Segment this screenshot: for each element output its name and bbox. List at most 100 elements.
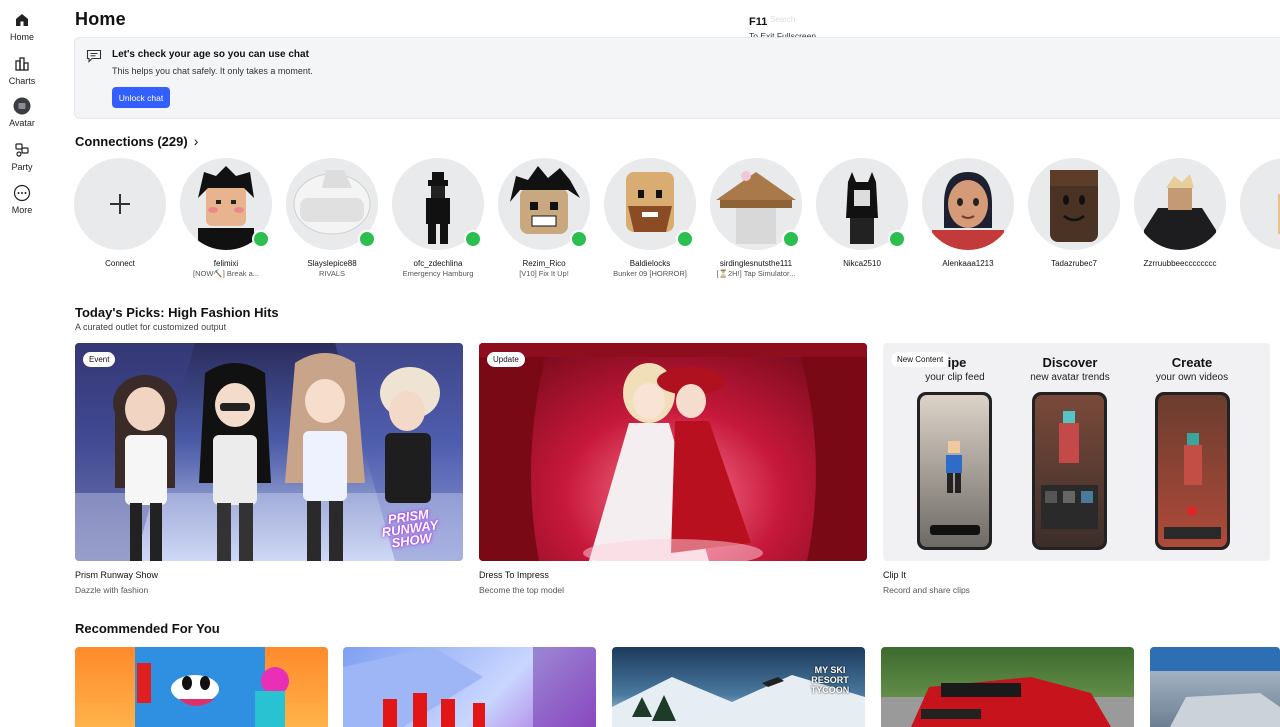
sidebar: Home Charts Avatar Party More [0, 0, 44, 720]
update-badge: Update [487, 352, 525, 367]
friend-tile[interactable]: sirdinglesnutsthe111 [⏳2H!] Tap Simulato… [703, 158, 809, 278]
more-icon [13, 184, 31, 202]
clip-panel-head: ipe [947, 355, 967, 370]
todays-picks-title: Today's Picks: High Fashion Hits [75, 305, 279, 320]
phone-screen-image [930, 441, 980, 535]
game-title[interactable]: Prism Runway Show [75, 570, 158, 580]
recommended-title: Recommended For You [75, 621, 220, 636]
connect-button[interactable]: Connect [67, 158, 173, 268]
friend-tile[interactable]: Tadazrubec7 [1021, 158, 1127, 268]
sidebar-item-label: Home [9, 32, 34, 42]
home-icon [16, 14, 28, 26]
sidebar-item-label: Party [11, 162, 33, 172]
sidebar-item-home[interactable]: Home [0, 11, 44, 42]
avatar [1028, 158, 1120, 250]
friend-name: Nikca2510 [843, 259, 881, 268]
friend-tile[interactable]: Zzrruubbeecccccccc [1127, 158, 1233, 268]
sidebar-item-avatar[interactable]: Avatar [0, 97, 44, 128]
connect-circle [74, 158, 166, 250]
game-card-dress-to-impress[interactable]: Update [479, 343, 867, 561]
friend-name: Rezim_Rico [522, 259, 566, 268]
sidebar-item-label: Charts [8, 76, 36, 86]
avatar [1240, 158, 1280, 250]
game-thumbnail [135, 647, 289, 727]
todays-picks-subtitle: A curated outlet for customized output [75, 322, 227, 332]
online-indicator [782, 230, 800, 248]
friend-tile[interactable]: ofc_zdechlina Emergency Hamburg [385, 158, 491, 278]
page-title: Home [75, 9, 126, 29]
charts-icon [15, 57, 29, 71]
recommended-game-card[interactable] [1150, 647, 1280, 727]
online-indicator [252, 230, 270, 248]
fullscreen-key: F11 [749, 16, 768, 28]
avatar [922, 158, 1014, 250]
friend-status: [V10] Fix It Up! [519, 269, 569, 278]
avatar-icon [13, 97, 31, 115]
recommended-game-card[interactable] [75, 647, 328, 727]
friend-tile[interactable]: Rezim_Rico [V10] Fix It Up! [491, 158, 597, 278]
friend-status: Emergency Hamburg [402, 269, 474, 278]
online-indicator [464, 230, 482, 248]
chevron-right-icon: › [193, 133, 199, 149]
friend-status: [⏳2H!] Tap Simulator... [716, 269, 796, 278]
connections-header[interactable]: Connections (229) › [75, 133, 198, 149]
friend-status: RIVALS [318, 269, 346, 278]
game-subtitle: Dazzle with fashion [75, 585, 149, 595]
recommended-game-card[interactable] [343, 647, 596, 727]
avatar-image [1144, 174, 1216, 250]
recommended-game-card[interactable] [881, 647, 1134, 727]
event-badge: Event [83, 352, 116, 367]
party-icon [15, 143, 29, 157]
friend-name: Slayslepice88 [307, 259, 357, 268]
friend-name: felimixi [213, 259, 239, 268]
phone-screen-image [1164, 433, 1221, 539]
clip-panel-sub: your clip feed [925, 372, 985, 383]
phone-mockup [917, 392, 992, 550]
banner-title: Let's check your age so you can use chat [112, 49, 309, 60]
phone-mockup [1155, 392, 1230, 550]
online-indicator [888, 230, 906, 248]
clip-panel-sub: new avatar trends [1030, 372, 1110, 383]
plus-icon [110, 194, 130, 214]
avatar-image [1050, 170, 1098, 242]
online-indicator [358, 230, 376, 248]
avatar-image [1278, 194, 1280, 234]
sidebar-item-more[interactable]: More [0, 184, 44, 215]
friend-tile[interactable]: felimixi [NOW⛏️] Break a... [173, 158, 279, 278]
friend-name: Baldielocks [629, 259, 671, 268]
unlock-chat-button[interactable]: Unlock chat [112, 87, 170, 108]
friend-name: Connect [105, 259, 135, 268]
clip-panel-head: Discover [1042, 355, 1098, 370]
avatar-image [932, 172, 1004, 250]
friend-tile[interactable]: Slayslepice88 RIVALS [279, 158, 385, 278]
search-placeholder-ghost[interactable]: Search [770, 15, 795, 24]
friend-name: Tadazrubec7 [1051, 259, 1097, 268]
game-thumbnail [343, 647, 596, 727]
clip-panel-sub: your own videos [1155, 372, 1229, 383]
friend-tile[interactable]: Alenkaaa1213 [915, 158, 1021, 268]
friend-name: Alenkaaa1213 [942, 259, 994, 268]
game-card-prism-runway[interactable]: PRISM RUNWAY SHOW Event [75, 343, 463, 561]
game-thumbnail [479, 343, 867, 561]
game-title[interactable]: Clip It [883, 570, 906, 580]
sidebar-item-charts[interactable]: Charts [0, 55, 44, 86]
friend-tile[interactable]: Baldielocks Bunker 09 [HORROR] [597, 158, 703, 278]
friend-tile[interactable]: Nikca2510 [809, 158, 915, 268]
friend-tile[interactable]: E [1233, 158, 1280, 268]
recommended-game-card[interactable]: MY SKI RESORT TYCOON [612, 647, 865, 727]
game-title[interactable]: Dress To Impress [479, 570, 549, 580]
online-indicator [570, 230, 588, 248]
online-indicator [676, 230, 694, 248]
sidebar-item-party[interactable]: Party [0, 141, 44, 172]
game-thumbnail [881, 677, 1134, 727]
game-thumbnail [1150, 647, 1280, 727]
phone-screen-image [1041, 411, 1098, 529]
friend-status: [NOW⛏️] Break a... [192, 269, 260, 278]
friend-name: E [1233, 259, 1280, 268]
clip-panel-head: Create [1171, 355, 1213, 370]
friend-name: sirdinglesnutsthe111 [719, 259, 793, 268]
friend-status: Bunker 09 [HORROR] [613, 269, 687, 278]
friend-name: ofc_zdechlina [413, 259, 463, 268]
game-subtitle: Record and share clips [883, 585, 970, 595]
phone-mockup [1032, 392, 1107, 550]
